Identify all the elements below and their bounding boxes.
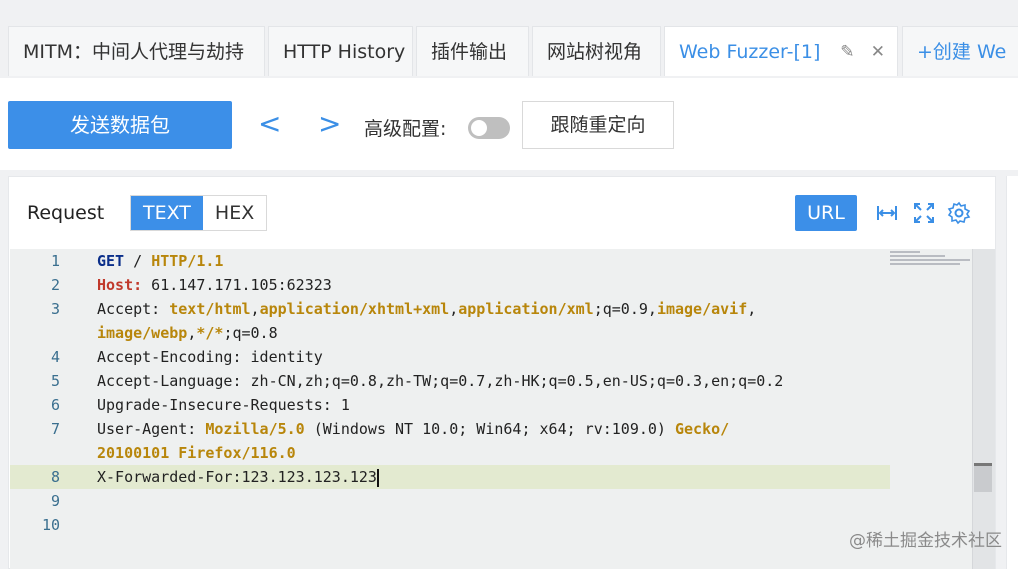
code-line: 5 Accept-Language: zh-CN,zh;q=0.8,zh-TW;… [50,372,784,390]
vertical-scrollbar[interactable] [972,249,995,569]
fit-width-icon[interactable] [875,201,899,225]
code-line: 6 Upgrade-Insecure-Requests: 1 [50,396,350,414]
hex-mode-button[interactable]: HEX [202,196,267,230]
send-packet-button[interactable]: 发送数据包 [8,101,232,149]
tab-web-fuzzer-label: Web Fuzzer-[1] [679,41,821,63]
text-mode-button[interactable]: TEXT [131,196,203,230]
response-panel-edge [1006,176,1018,569]
edit-icon[interactable]: ✎ [840,42,854,62]
code-line: 7 User-Agent: Mozilla/5.0 (Windows NT 10… [50,420,730,438]
tab-mitm[interactable]: MITM：中间人代理与劫持 [8,26,265,76]
advanced-config-toggle[interactable] [468,117,510,139]
code-line: 9 [50,492,60,510]
code-line: 2 Host: 61.147.171.105:62323 [50,276,332,294]
tab-site-tree[interactable]: 网站树视角 [532,26,661,76]
url-button[interactable]: URL [795,195,857,231]
tab-http-history[interactable]: HTTP History [268,26,413,76]
scrollbar-thumb[interactable] [974,463,992,492]
code-line: 20100101 Firefox/116.0 [97,444,296,462]
fullscreen-icon[interactable] [912,201,936,225]
prev-arrow-icon[interactable]: < [258,106,281,142]
code-line: 1 GET / HTTP/1.1 [50,252,224,270]
watermark: @稀土掘金技术社区 [849,531,1002,551]
tab-create-new[interactable]: +创建 We [902,26,1018,76]
minimap[interactable] [890,249,972,273]
settings-icon[interactable] [947,201,971,225]
request-title: Request [27,202,105,224]
code-line: 4 Accept-Encoding: identity [50,348,323,366]
toggle-knob [471,120,487,136]
code-line: 3 Accept: text/html,application/xhtml+xm… [50,300,757,318]
tab-bar: MITM：中间人代理与劫持 HTTP History 插件输出 网站树视角 We… [0,0,1018,78]
code-line-current: 8 X-Forwarded-For:123.123.123.123 [10,465,890,489]
request-editor[interactable]: 1 GET / HTTP/1.1 2 Host: 61.147.171.105:… [10,249,995,569]
text-caret [376,468,379,487]
advanced-config-label: 高级配置: [364,118,447,140]
view-mode-switch: TEXT HEX [130,195,268,231]
code-line: image/webp,*/*;q=0.8 [97,324,278,342]
tab-plugin-output[interactable]: 插件输出 [416,26,529,76]
follow-redirect-button[interactable]: 跟随重定向 [522,101,674,149]
request-panel: Request TEXT HEX URL 1 GET / HTTP/1.1 2 … [8,176,996,569]
tab-web-fuzzer[interactable]: Web Fuzzer-[1] ✎ ✕ [664,26,898,76]
toolbar: 发送数据包 < > 高级配置: 跟随重定向 [0,78,1018,170]
next-arrow-icon[interactable]: > [318,106,341,142]
code-line: 10 [41,516,60,534]
close-icon[interactable]: ✕ [871,42,885,62]
